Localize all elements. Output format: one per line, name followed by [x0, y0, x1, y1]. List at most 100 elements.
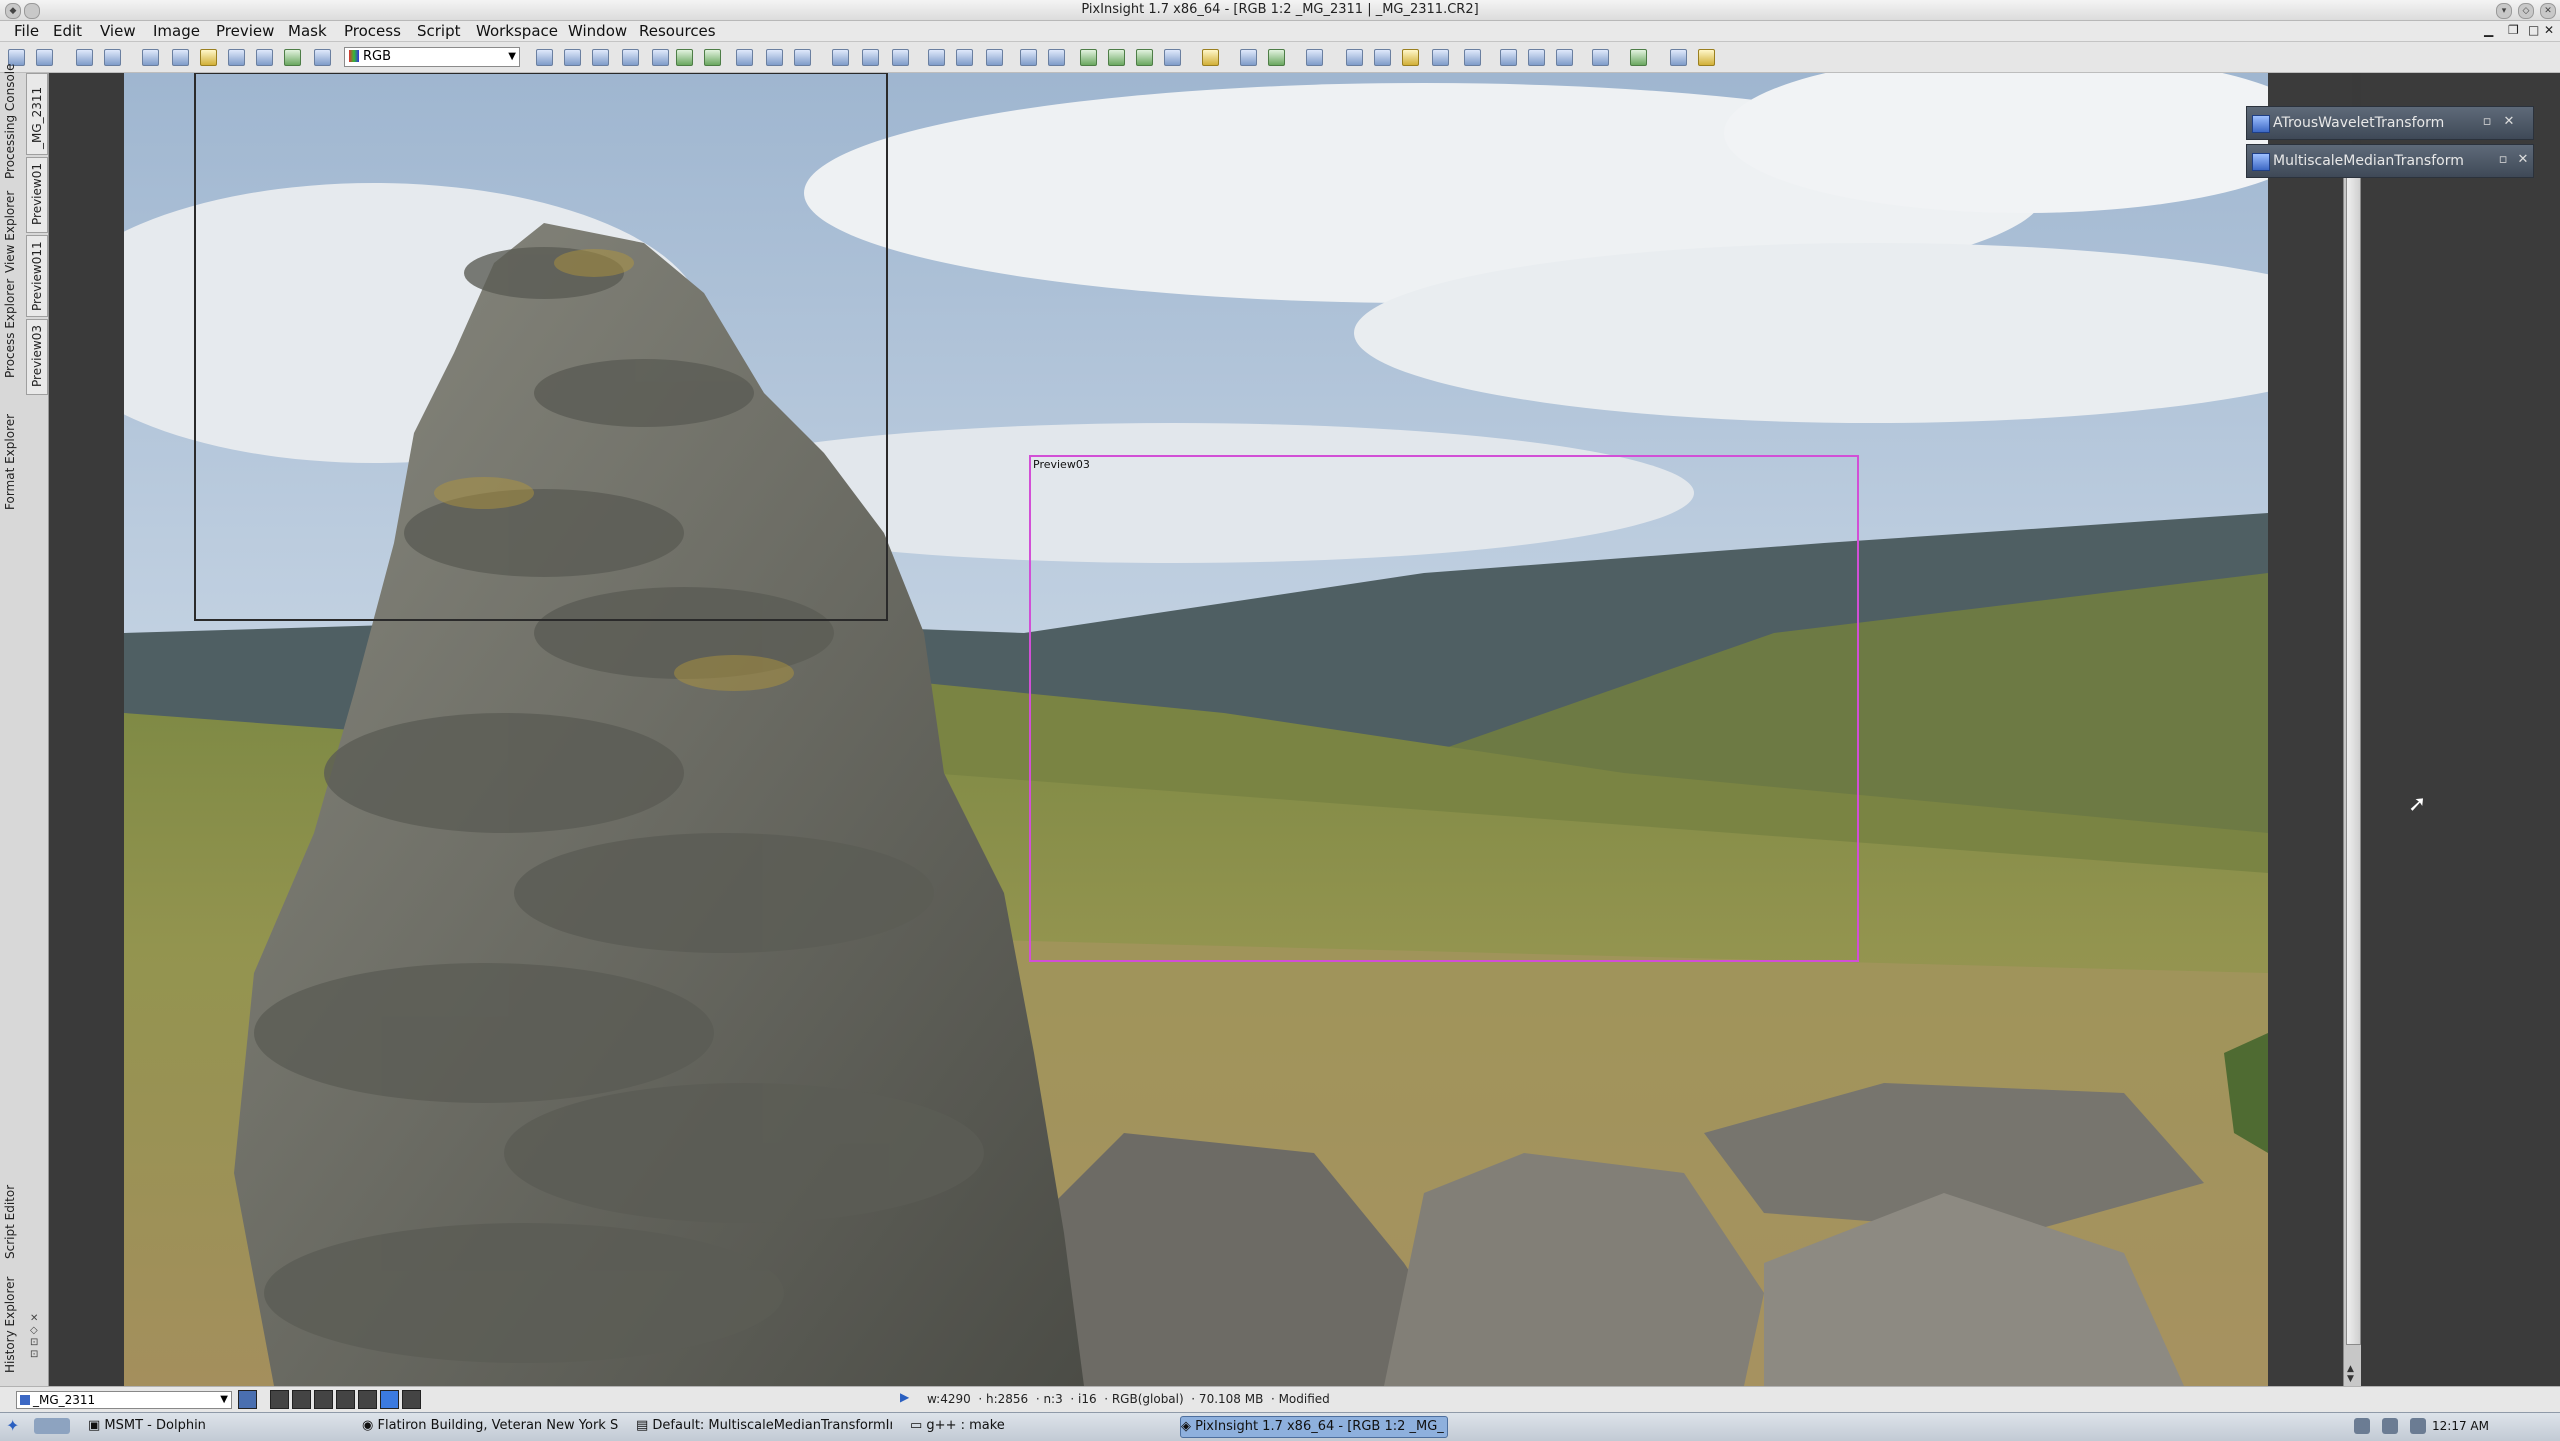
display-mode-1-icon[interactable]: [270, 1390, 289, 1409]
levels-icon[interactable]: [1528, 49, 1545, 66]
rotate-icon[interactable]: [956, 49, 973, 66]
help-icon[interactable]: [1670, 49, 1687, 66]
channel-rgb-icon[interactable]: [1108, 49, 1125, 66]
minimize-icon[interactable]: ▾: [2496, 3, 2512, 19]
menu-file[interactable]: File: [14, 21, 39, 41]
zoom-fit-icon[interactable]: [676, 49, 693, 66]
readout-icon[interactable]: [736, 49, 753, 66]
crop-icon[interactable]: [928, 49, 945, 66]
channel-l-icon[interactable]: [1136, 49, 1153, 66]
channel-g-icon[interactable]: [1048, 49, 1065, 66]
curves-icon[interactable]: [1500, 49, 1517, 66]
mdi-maximize-icon[interactable]: □: [2528, 23, 2539, 37]
mirror-icon[interactable]: [986, 49, 1003, 66]
duplicate-icon[interactable]: [104, 49, 121, 66]
redo-step-icon[interactable]: [1268, 49, 1285, 66]
view-selector[interactable]: _MG_2311 ▼: [16, 1391, 232, 1409]
undo-icon[interactable]: [1240, 49, 1257, 66]
tab-script-editor[interactable]: Script Editor: [3, 1185, 17, 1259]
tab-processing-console[interactable]: Processing Console: [3, 63, 17, 179]
shaded-window-msmt[interactable]: MultiscaleMedianTransform ▫ ✕: [2246, 144, 2534, 178]
auto-stretch-icon[interactable]: [142, 49, 159, 66]
mdi-minimize-icon[interactable]: ▁: [2484, 23, 2493, 37]
edit-preview-icon[interactable]: [832, 49, 849, 66]
close-icon[interactable]: ✕: [2517, 153, 2529, 166]
mask-invert-icon[interactable]: [256, 49, 273, 66]
tab-format-explorer[interactable]: Format Explorer: [3, 414, 17, 510]
screen-transfer-icon[interactable]: [172, 49, 189, 66]
menu-preview[interactable]: Preview: [216, 21, 274, 41]
vertical-scrollbar[interactable]: ▲ ▼: [2343, 173, 2362, 1386]
close-icon[interactable]: ✕: [2503, 115, 2515, 128]
tab-history-explorer[interactable]: History Explorer: [3, 1277, 17, 1373]
close-icon[interactable]: ✕: [2540, 3, 2556, 19]
tab-process-explorer[interactable]: Process Explorer: [3, 279, 17, 378]
scroll-arrows-icon[interactable]: ▲ ▼: [2347, 1364, 2354, 1384]
task-editor[interactable]: ▤ Default: MultiscaleMedianTransformInst: [636, 1416, 892, 1436]
stf-icon[interactable]: [1202, 49, 1219, 66]
mask-enable-icon[interactable]: [284, 49, 301, 66]
view-options-icon[interactable]: [238, 1390, 257, 1409]
display-mode-4-icon[interactable]: [336, 1390, 355, 1409]
clipboard-icon[interactable]: [2382, 1418, 2398, 1434]
menu-view[interactable]: View: [100, 21, 136, 41]
zoom-tool-icon[interactable]: [766, 49, 783, 66]
process-icon[interactable]: [1346, 49, 1363, 66]
refresh-icon[interactable]: [314, 49, 331, 66]
maximize-icon[interactable]: ◇: [2518, 3, 2534, 19]
preview-list-icon[interactable]: [892, 49, 909, 66]
task-browser[interactable]: ◉ Flatiron Building, Veteran New York Sk…: [362, 1416, 618, 1436]
scrollbar-thumb[interactable]: [2346, 175, 2361, 1345]
mdi-restore-icon[interactable]: ❐: [2508, 23, 2519, 37]
task-terminal[interactable]: ▭ g++ : make: [910, 1416, 1130, 1436]
channel-r-icon[interactable]: [1020, 49, 1037, 66]
menu-workspace[interactable]: Workspace: [476, 21, 558, 41]
history-icon[interactable]: [1306, 49, 1323, 66]
preview03-label[interactable]: Preview03: [1033, 458, 1090, 471]
mask-show-icon[interactable]: [228, 49, 245, 66]
new-preview-icon[interactable]: [862, 49, 879, 66]
view-tab-mg-2311[interactable]: _MG_2311: [30, 87, 44, 149]
zoom-out-icon[interactable]: [592, 49, 609, 66]
display-mode-7-icon[interactable]: [402, 1390, 421, 1409]
redo-icon[interactable]: [36, 49, 53, 66]
network-icon[interactable]: [2354, 1418, 2370, 1434]
color-mode-select[interactable]: RGB ▼: [344, 47, 520, 67]
menu-edit[interactable]: Edit: [53, 21, 82, 41]
dock-controls-icon[interactable]: ✕ ◇ ⊡ ⊡: [30, 1313, 38, 1361]
display-mode-6-icon[interactable]: [380, 1390, 399, 1409]
about-icon[interactable]: [1698, 49, 1715, 66]
menu-script[interactable]: Script: [417, 21, 461, 41]
menu-process[interactable]: Process: [344, 21, 401, 41]
task-dolphin[interactable]: ▣ MSMT - Dolphin: [88, 1416, 348, 1436]
channel-b-icon[interactable]: [1080, 49, 1097, 66]
zoom-in-icon[interactable]: [564, 49, 581, 66]
desktop-pager-icon[interactable]: [34, 1418, 70, 1434]
settings-icon[interactable]: [1556, 49, 1573, 66]
menu-resources[interactable]: Resources: [639, 21, 716, 41]
menu-mask[interactable]: Mask: [288, 21, 327, 41]
display-mode-5-icon[interactable]: [358, 1390, 377, 1409]
view-tab-preview03[interactable]: Preview03: [30, 325, 44, 387]
layout-icon[interactable]: [1630, 49, 1647, 66]
script-icon[interactable]: [1402, 49, 1419, 66]
execute-icon[interactable]: [1374, 49, 1391, 66]
workspace-icon[interactable]: [1592, 49, 1609, 66]
display-mode-3-icon[interactable]: [314, 1390, 333, 1409]
unshade-icon[interactable]: ▫: [2497, 153, 2509, 166]
volume-icon[interactable]: [2410, 1418, 2426, 1434]
view-tab-preview011[interactable]: Preview011: [30, 241, 44, 311]
zoom-region-icon[interactable]: [794, 49, 811, 66]
fit-view-icon[interactable]: [652, 49, 669, 66]
clock[interactable]: 12:17 AM: [2432, 1412, 2489, 1440]
play-icon[interactable]: ▶: [900, 1390, 909, 1404]
shaded-window-atrous[interactable]: ATrousWaveletTransform ▫ ✕: [2246, 106, 2534, 140]
histogram-icon[interactable]: [1464, 49, 1481, 66]
pan-icon[interactable]: [704, 49, 721, 66]
statistics-icon[interactable]: [1432, 49, 1449, 66]
image-view[interactable]: Preview03: [124, 73, 2268, 1386]
print-icon[interactable]: [200, 49, 217, 66]
cursor-tool-icon[interactable]: [536, 49, 553, 66]
tab-view-explorer[interactable]: View Explorer: [3, 191, 17, 273]
menu-window[interactable]: Window: [568, 21, 627, 41]
